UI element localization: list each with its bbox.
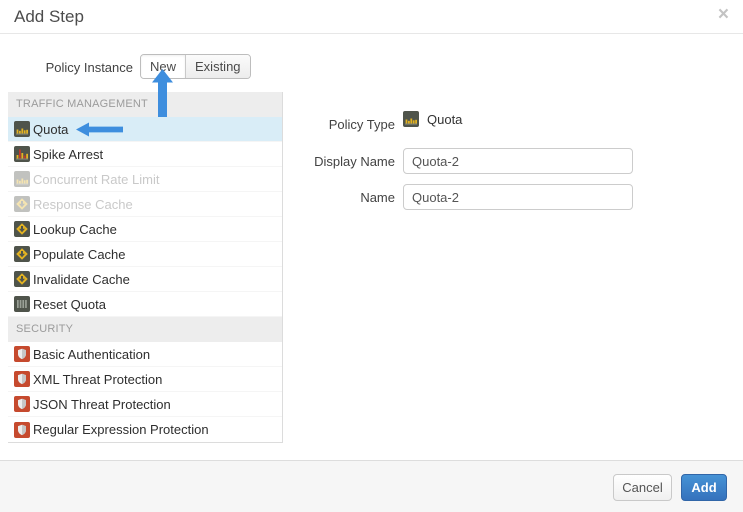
section-header-traffic-management: TRAFFIC MANAGEMENT <box>8 92 282 117</box>
policy-item-label: Response Cache <box>33 197 133 212</box>
policy-type-label: Policy Type <box>280 117 395 132</box>
policy-item-label: Populate Cache <box>33 247 126 262</box>
policy-item-label: Basic Authentication <box>33 347 150 362</box>
policy-item-reset-quota[interactable]: Reset Quota <box>8 292 282 317</box>
policy-item-label: Regular Expression Protection <box>33 422 209 437</box>
shield-icon <box>14 396 30 412</box>
section-header-security: SECURITY <box>8 317 282 342</box>
name-input[interactable] <box>403 184 633 210</box>
shield-icon <box>14 371 30 387</box>
policy-item-label: Reset Quota <box>33 297 106 312</box>
policy-item-response-cache: Response Cache <box>8 192 282 217</box>
quota-icon <box>14 121 30 137</box>
dialog-footer: Cancel Add <box>0 460 743 512</box>
policy-item-label: Spike Arrest <box>33 147 103 162</box>
policy-item-lookup-cache[interactable]: Lookup Cache <box>8 217 282 242</box>
dialog-header: Add Step × <box>0 0 743 34</box>
policy-list: TRAFFIC MANAGEMENT Quota Spike Arrest Co… <box>8 92 283 443</box>
cache-icon <box>14 196 30 212</box>
policy-item-invalidate-cache[interactable]: Invalidate Cache <box>8 267 282 292</box>
policy-item-label: Lookup Cache <box>33 222 117 237</box>
policy-item-populate-cache[interactable]: Populate Cache <box>8 242 282 267</box>
existing-toggle-button[interactable]: Existing <box>186 55 250 78</box>
name-label: Name <box>280 190 395 205</box>
dialog-title: Add Step <box>14 7 84 27</box>
policy-item-label: JSON Threat Protection <box>33 397 171 412</box>
display-name-label: Display Name <box>280 154 395 169</box>
cancel-button[interactable]: Cancel <box>613 474 672 501</box>
annotation-arrow-left-icon <box>76 122 123 137</box>
policy-instance-label: Policy Instance <box>0 60 133 75</box>
policy-item-regular-expression-protection[interactable]: Regular Expression Protection <box>8 417 282 442</box>
add-step-dialog: Add Step × Policy Instance New Existing … <box>0 0 743 512</box>
add-button[interactable]: Add <box>681 474 727 501</box>
spike-arrest-icon <box>14 146 30 162</box>
policy-item-label: XML Threat Protection <box>33 372 162 387</box>
annotation-arrow-up-icon <box>151 69 174 122</box>
reset-quota-icon <box>14 296 30 312</box>
cache-icon <box>14 221 30 237</box>
cache-icon <box>14 271 30 287</box>
shield-icon <box>14 346 30 362</box>
policy-item-label: Invalidate Cache <box>33 272 130 287</box>
close-icon[interactable]: × <box>718 5 729 24</box>
policy-type-text: Quota <box>427 112 462 127</box>
policy-item-concurrent-rate-limit: Concurrent Rate Limit <box>8 167 282 192</box>
quota-icon <box>403 111 419 127</box>
policy-item-basic-authentication[interactable]: Basic Authentication <box>8 342 282 367</box>
shield-icon <box>14 422 30 438</box>
cache-icon <box>14 246 30 262</box>
policy-item-label: Quota <box>33 122 68 137</box>
policy-type-value: Quota <box>403 111 462 127</box>
policy-item-quota[interactable]: Quota <box>8 117 282 142</box>
policy-item-xml-threat-protection[interactable]: XML Threat Protection <box>8 367 282 392</box>
policy-item-label: Concurrent Rate Limit <box>33 172 159 187</box>
policy-item-json-threat-protection[interactable]: JSON Threat Protection <box>8 392 282 417</box>
rate-limit-icon <box>14 171 30 187</box>
display-name-input[interactable] <box>403 148 633 174</box>
policy-item-spike-arrest[interactable]: Spike Arrest <box>8 142 282 167</box>
